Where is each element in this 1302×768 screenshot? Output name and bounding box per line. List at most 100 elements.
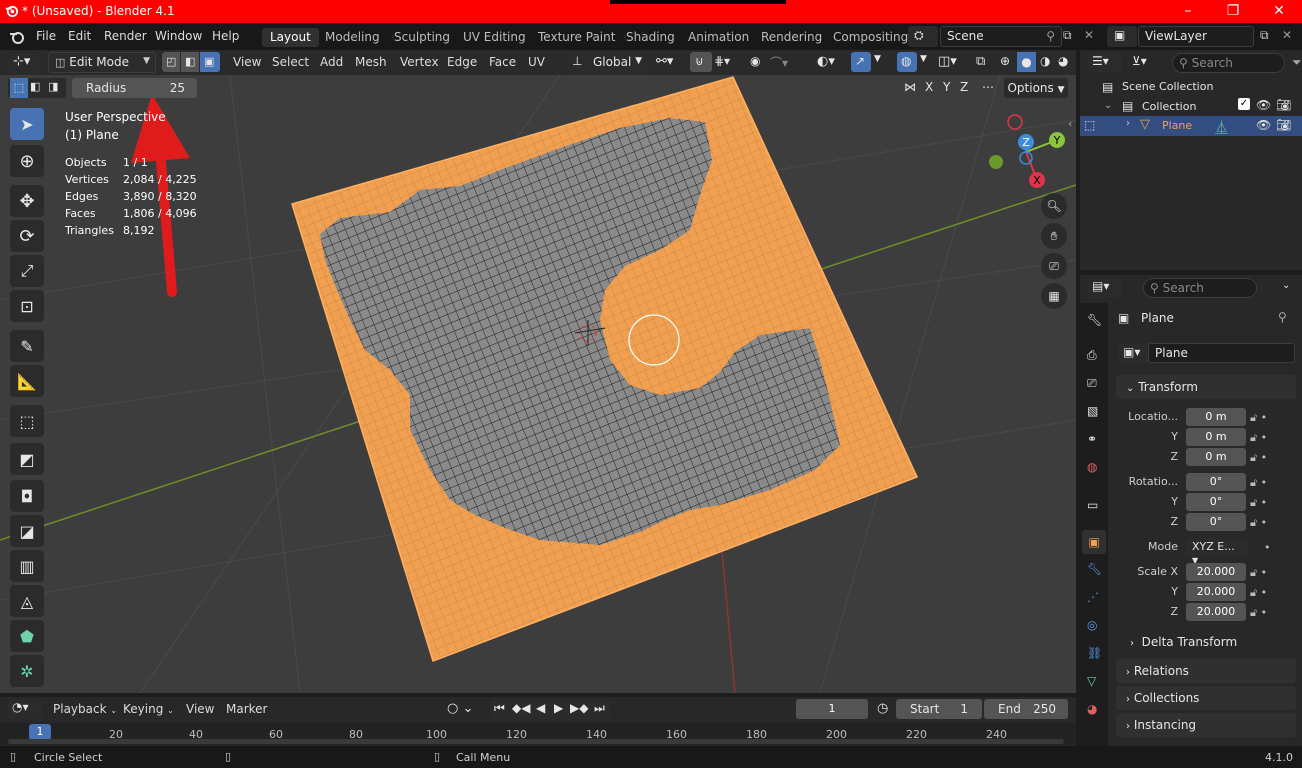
delete-scene-icon[interactable]: ✕: [1084, 28, 1094, 42]
menu-edge[interactable]: Edge: [447, 55, 477, 69]
menu-window[interactable]: Window: [155, 29, 202, 43]
lock-icon[interactable]: 🔓︎ •: [1250, 428, 1267, 448]
lock-icon[interactable]: 🔓︎ •: [1250, 473, 1267, 493]
pivot-point-icon[interactable]: ⚯▾: [656, 54, 673, 69]
visibility-icon[interactable]: ◐▾: [817, 54, 835, 69]
tool-measure[interactable]: 📐: [10, 365, 44, 397]
rotation-z-field[interactable]: 0°: [1186, 513, 1246, 531]
timeline-menu-playback[interactable]: Playback ⌄: [53, 702, 117, 716]
tab-texture-paint[interactable]: Texture Paint: [530, 28, 623, 47]
gizmo-toggle[interactable]: ↗: [851, 52, 871, 72]
timeline-menu-keying[interactable]: Keying ⌄: [123, 702, 174, 716]
mesh-edit-overlay-icon[interactable]: ◫▾: [938, 54, 957, 69]
face-select-button[interactable]: ▣: [200, 52, 220, 72]
falloff-icon[interactable]: ⌒▾: [770, 54, 788, 71]
perspective-toggle-icon[interactable]: ▦: [1041, 283, 1067, 309]
menu-add[interactable]: Add: [320, 55, 343, 69]
collection-tab-icon[interactable]: ▭: [1087, 498, 1098, 512]
outliner-editor-type-button[interactable]: ☰▾: [1088, 53, 1122, 73]
physics-tab-icon[interactable]: ◎: [1087, 618, 1097, 632]
rendered-shading-icon[interactable]: ◕: [1058, 54, 1068, 68]
mirror-z-toggle[interactable]: Z: [960, 80, 968, 94]
select-extend-icon[interactable]: ◧: [30, 80, 40, 93]
zoom-icon[interactable]: 🔍︎: [1041, 193, 1067, 219]
visibility-eye-icon[interactable]: 👁︎: [1256, 98, 1271, 112]
lock-icon[interactable]: 🔓︎ •: [1250, 513, 1267, 533]
timeline-menu-marker[interactable]: Marker: [226, 702, 267, 716]
modifier-tab-icon[interactable]: 🔧︎: [1087, 562, 1102, 576]
new-view-layer-icon[interactable]: ⧉: [1260, 28, 1269, 43]
scene-selector-button[interactable]: ⛭: [908, 26, 938, 47]
xray-icon[interactable]: ⧉: [976, 54, 985, 69]
material-tab-icon[interactable]: ◕: [1087, 702, 1097, 716]
particles-tab-icon[interactable]: ⋰: [1087, 590, 1099, 604]
blender-menu-icon[interactable]: [8, 29, 26, 45]
tool-extrude[interactable]: ◩: [10, 443, 44, 475]
end-frame-field[interactable]: End 250: [984, 699, 1068, 719]
current-frame-field[interactable]: 1: [796, 699, 868, 719]
close-button[interactable]: ✕: [1256, 0, 1302, 23]
tab-modeling[interactable]: Modeling: [317, 28, 388, 47]
menu-vertex[interactable]: Vertex: [400, 55, 439, 69]
tab-uv-editing[interactable]: UV Editing: [455, 28, 534, 47]
location-y-field[interactable]: 0 m: [1186, 428, 1246, 446]
properties-search-input[interactable]: ⚲ Search: [1143, 278, 1257, 298]
tool-poly-build[interactable]: ⬟: [10, 620, 44, 652]
tool-spin[interactable]: ✲: [10, 655, 44, 687]
scale-y-field[interactable]: 20.000: [1186, 583, 1246, 601]
menu-uv[interactable]: UV: [528, 55, 545, 69]
mirror-y-toggle[interactable]: Y: [943, 80, 950, 94]
scene-name-field[interactable]: Scene ⚲: [940, 26, 1062, 47]
transform-panel-header[interactable]: ⌄ Transform: [1116, 375, 1296, 399]
render-camera-icon[interactable]: 📷︎: [1276, 118, 1291, 132]
tab-rendering[interactable]: Rendering: [753, 28, 830, 47]
rotation-x-field[interactable]: 0°: [1186, 473, 1246, 491]
mesh-data-icon[interactable]: ⏅: [1215, 117, 1228, 136]
material-shading-icon[interactable]: ◑: [1040, 54, 1050, 68]
lock-icon[interactable]: 🔓︎ •: [1250, 603, 1267, 623]
lock-icon[interactable]: 🔓︎ •: [1250, 563, 1267, 583]
tool-rotate[interactable]: ⟳: [10, 220, 44, 252]
next-keyframe-icon[interactable]: ▶◆: [570, 701, 588, 715]
snap-toggle[interactable]: ⊍: [690, 52, 712, 72]
options-dropdown[interactable]: Options ▼: [1004, 78, 1068, 98]
auto-keying-icon[interactable]: ○ ⌄: [447, 701, 473, 716]
outliner-item-collection[interactable]: Collection: [1142, 100, 1196, 113]
scale-z-field[interactable]: 20.000: [1186, 603, 1246, 621]
delete-view-layer-icon[interactable]: ✕: [1282, 28, 1292, 42]
preview-range-icon[interactable]: ◷: [877, 701, 888, 716]
menu-mesh[interactable]: Mesh: [355, 55, 387, 69]
tab-animation[interactable]: Animation: [680, 28, 757, 47]
tool-knife[interactable]: ◬: [10, 585, 44, 617]
outliner-item-plane[interactable]: Plane: [1162, 119, 1192, 132]
tab-sculpting[interactable]: Sculpting: [386, 28, 458, 47]
rotation-mode-dropdown[interactable]: XYZ E... ▼: [1186, 538, 1248, 565]
tool-tab-icon[interactable]: 🔧︎: [1087, 313, 1102, 327]
menu-file[interactable]: File: [36, 29, 56, 43]
editor-type-button[interactable]: ⊹▾: [8, 53, 42, 73]
pin-icon[interactable]: ⚲: [1278, 310, 1287, 324]
tool-inset[interactable]: ◘: [10, 480, 44, 512]
delta-transform-subpanel[interactable]: › Delta Transform: [1130, 635, 1237, 649]
object-tab-icon[interactable]: ▣: [1082, 530, 1106, 554]
new-scene-icon[interactable]: ⧉: [1063, 28, 1072, 43]
visibility-eye-icon[interactable]: 👁︎: [1256, 118, 1271, 132]
properties-editor-type-button[interactable]: ▤▾: [1088, 278, 1122, 298]
view-layer-tab-icon[interactable]: ▧: [1087, 404, 1098, 418]
jump-end-icon[interactable]: ⏭: [594, 701, 605, 716]
sidebar-toggle-icon[interactable]: ‹: [1068, 117, 1072, 130]
outliner-row-plane[interactable]: ⬚ › ▽ Plane ⏅ 👁︎ 📷︎: [1080, 116, 1302, 136]
lock-icon[interactable]: 🔓︎ •: [1250, 583, 1267, 603]
jump-start-icon[interactable]: ⏮: [494, 701, 505, 716]
snap-target-icon[interactable]: ⋕▾: [714, 54, 730, 68]
menu-render[interactable]: Render: [104, 29, 147, 43]
expand-chevron-icon[interactable]: ›: [1126, 118, 1130, 129]
menu-help[interactable]: Help: [212, 29, 239, 43]
rotation-y-field[interactable]: 0°: [1186, 493, 1246, 511]
outliner-filter-icon[interactable]: ⏷: [1292, 55, 1302, 70]
render-camera-icon[interactable]: 📷︎: [1276, 98, 1291, 112]
tool-annotate[interactable]: ✎: [10, 330, 44, 362]
tool-transform[interactable]: ⊡: [10, 290, 44, 322]
chevron-down-icon[interactable]: ▼: [920, 54, 927, 64]
world-tab-icon[interactable]: ◍: [1087, 460, 1097, 474]
